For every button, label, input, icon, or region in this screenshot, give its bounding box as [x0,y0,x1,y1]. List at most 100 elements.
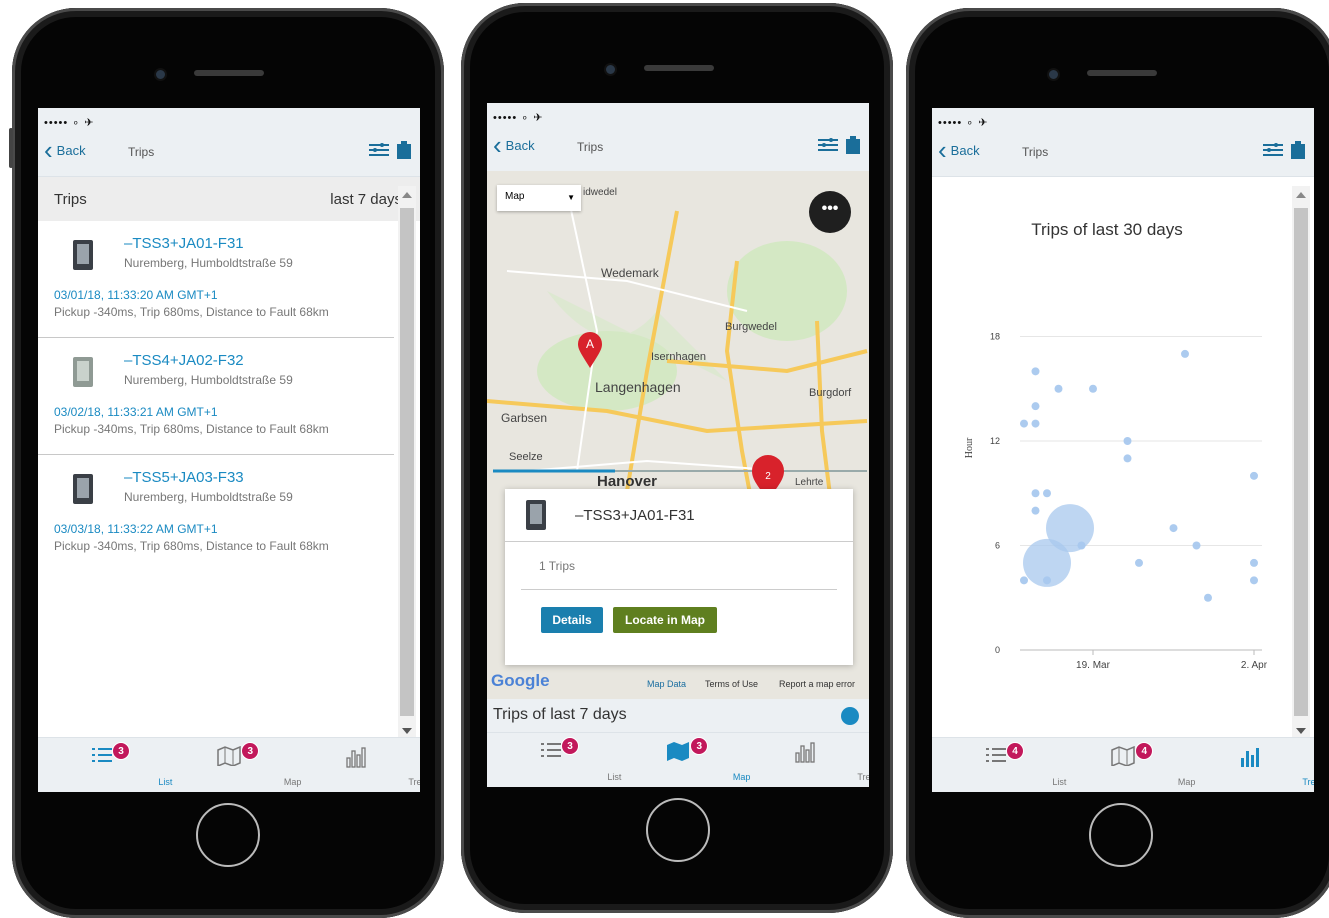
tab-list[interactable]: 3 List [38,738,172,792]
trip-list-item[interactable]: –TSS5+JA03-F33 Nuremberg, Humboldtstraße… [38,455,394,571]
scatter-point[interactable] [1046,504,1094,553]
clipboard-icon[interactable] [1290,140,1306,160]
filter-icon[interactable] [368,141,390,159]
tab-map[interactable]: 3 Map [165,738,301,792]
back-button[interactable]: ‹ Back [44,137,86,163]
scatter-point[interactable] [1031,419,1040,428]
scatter-point[interactable] [1123,454,1132,463]
phone-speaker [194,70,264,76]
back-button[interactable]: ‹ Back [493,130,535,160]
scroll-down-icon[interactable] [402,728,412,734]
nav-bar: ‹ Back Trips [487,127,869,172]
trip-device-name: –TSS3+JA01-F31 [124,235,244,252]
tab-trend[interactable]: Trend [1187,738,1314,792]
map-data-link[interactable]: Map Data [647,679,686,689]
scroll-up-icon[interactable] [402,192,412,198]
trip-device-name: –TSS4+JA02-F32 [124,352,244,369]
scatter-point[interactable] [1054,384,1063,393]
scatter-point[interactable] [1204,593,1212,602]
map-marker-icon[interactable]: A [577,331,603,369]
map-icon [666,742,689,761]
scatter-point[interactable] [1181,349,1189,358]
map-view[interactable]: Map ▼ idwedel ••• Wedemark Burgwedel Iser… [487,171,869,699]
scatter-point[interactable] [1020,419,1028,428]
scatter-point[interactable] [1135,558,1143,567]
report-map-error-link[interactable]: Report a map error [779,679,855,689]
scrollbar[interactable] [398,186,416,740]
scatter-point[interactable] [1089,384,1097,393]
scatter-point[interactable] [1250,576,1258,585]
scatter-point[interactable] [1250,471,1258,480]
clipboard-icon[interactable] [396,140,412,160]
home-button[interactable] [1089,803,1153,867]
scatter-point[interactable] [1031,402,1040,411]
scatter-point[interactable] [1192,541,1201,550]
details-button[interactable]: Details [541,607,603,633]
filter-icon[interactable] [817,136,839,154]
scatter-point[interactable] [1043,489,1051,498]
trend-screen: ••••• ∘ ✈ ‹ Back Trips Trips of last 30 … [932,108,1314,792]
filter-icon[interactable] [1262,141,1284,159]
tab-list[interactable]: 4 List [932,738,1066,792]
home-button[interactable] [196,803,260,867]
map-label: Hanover [597,473,658,490]
trip-timestamp: 03/02/18, 11:33:21 AM GMT+1 [54,405,218,419]
bar-chart-icon [346,747,366,768]
scatter-point[interactable] [1077,541,1086,550]
scatter-point[interactable] [1031,367,1040,376]
trip-list-item[interactable]: –TSS4+JA02-F32 Nuremberg, Humboldtstraße… [38,338,394,455]
more-options-button[interactable]: ••• [809,191,851,233]
terms-link[interactable]: Terms of Use [705,679,758,689]
scatter-point[interactable] [1250,558,1258,567]
popup-device-name: –TSS3+JA01-F31 [575,507,695,524]
tab-map[interactable]: 4 Map [1059,738,1195,792]
scatter-point[interactable] [1020,576,1028,585]
scroll-thumb[interactable] [400,208,414,716]
map-screen: ••••• ∘ ✈ ‹ Back Trips Map ▼ idwedel •••… [487,103,869,787]
list-header-range[interactable]: last 7 days [330,191,402,208]
trip-list: –TSS3+JA01-F31 Nuremberg, Humboldtstraße… [38,221,394,571]
x-tick-label: 2. Apr [1241,660,1268,671]
tab-trend[interactable]: Trend [293,738,420,792]
popup-divider [521,589,837,590]
tab-bar: 3 List 3 Map Trend [38,737,420,792]
scatter-point[interactable] [1123,437,1132,445]
scatter-point[interactable] [1031,489,1040,498]
scatter-point[interactable] [1169,524,1178,533]
nav-bar: ‹ Back Trips [38,132,420,177]
device-icon [73,357,93,387]
clipboard-icon[interactable] [845,135,861,155]
tab-trend[interactable]: Trend [742,733,869,787]
trip-device-name: –TSS5+JA03-F33 [124,469,244,486]
back-button[interactable]: ‹ Back [938,137,980,163]
map-badge: 3 [241,742,260,760]
scatter-point[interactable] [1043,576,1051,585]
scroll-up-icon[interactable] [1296,192,1306,198]
home-button[interactable] [646,798,710,862]
scrollbar[interactable] [1292,186,1310,740]
map-label: idwedel [583,187,617,198]
trip-details: Pickup -340ms, Trip 680ms, Distance to F… [54,422,329,436]
list-header: Trips last 7 days [38,177,420,221]
list-badge: 3 [112,742,130,760]
tab-list[interactable]: 3 List [487,733,621,787]
trip-list-item[interactable]: –TSS3+JA01-F31 Nuremberg, Humboldtstraße… [38,221,394,338]
nav-bar: ‹ Back Trips [932,132,1314,177]
trip-details: Pickup -340ms, Trip 680ms, Distance to F… [54,305,329,319]
scroll-thumb[interactable] [1294,208,1308,716]
scatter-point[interactable] [1031,506,1040,515]
chevron-left-icon: ‹ [493,130,502,160]
list-badge: 4 [1006,742,1024,760]
map-type-select[interactable]: Map ▼ [497,185,581,211]
scroll-down-icon[interactable] [1296,728,1306,734]
map-icon [217,746,241,766]
locate-in-map-button[interactable]: Locate in Map [613,607,717,633]
map-footer[interactable]: Trips of last 7 days [487,699,869,733]
x-tick-label: 19. Mar [1076,660,1111,671]
list-icon [540,743,561,757]
map-type-value: Map [505,191,525,202]
tab-map[interactable]: 3 Map [614,733,750,787]
map-label: Burgwedel [725,321,777,333]
list-badge: 3 [561,737,579,755]
chevron-down-icon[interactable] [841,707,859,725]
